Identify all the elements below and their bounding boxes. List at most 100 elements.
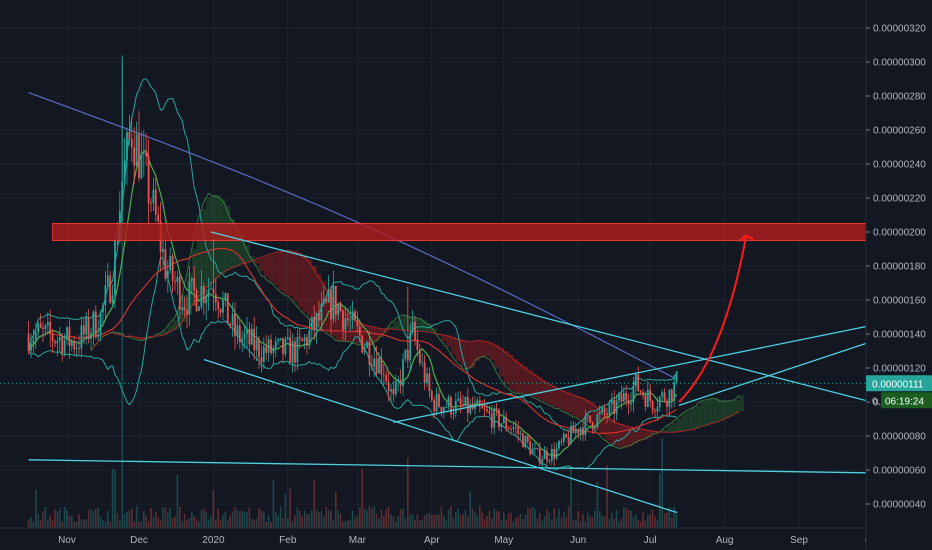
volume-bar xyxy=(632,516,635,528)
volume-bar xyxy=(318,512,320,528)
candle-body xyxy=(416,340,419,350)
candle-body xyxy=(399,379,402,386)
candle-body xyxy=(596,414,599,428)
candle-body xyxy=(675,371,678,382)
candle-body xyxy=(620,393,623,402)
volume-bar xyxy=(558,509,560,528)
candle-body xyxy=(459,398,462,405)
candle-body xyxy=(222,300,224,313)
y-tick-label: 0.00000260 xyxy=(873,126,926,137)
volume-bar xyxy=(152,516,155,528)
volume-bar xyxy=(445,520,447,528)
volume-bar xyxy=(332,520,335,528)
volume-bar xyxy=(306,513,308,528)
candle-body xyxy=(363,347,366,353)
volume-bar xyxy=(299,510,301,528)
candle-body xyxy=(236,325,239,337)
candle-body xyxy=(94,311,97,337)
candle-body xyxy=(354,311,356,321)
volume-bar xyxy=(207,519,210,528)
volume-bar xyxy=(637,519,639,528)
cloud-segment xyxy=(451,336,457,355)
volume-bar xyxy=(416,514,419,528)
candle xyxy=(596,412,599,430)
candle-body xyxy=(361,335,364,353)
volume-bar xyxy=(193,516,195,528)
volume-bar xyxy=(301,516,303,528)
candle-body xyxy=(601,407,604,412)
volume-bar xyxy=(483,518,486,528)
x-axis: NovDec2020FebMarAprMayJunJulAugSepOc xyxy=(0,527,932,550)
candle-body xyxy=(579,427,582,434)
volume-bar xyxy=(128,510,131,528)
candle-body xyxy=(162,248,164,252)
candle-body xyxy=(207,288,210,298)
cloud-segment xyxy=(297,252,303,308)
candle-body xyxy=(202,285,205,304)
candle-body xyxy=(265,346,268,353)
volume-bar xyxy=(251,518,253,528)
cloud-segment xyxy=(259,258,265,272)
volume-bar xyxy=(601,515,603,528)
volume-bar xyxy=(503,512,505,528)
volume-bar xyxy=(114,470,116,528)
candle-body xyxy=(114,240,116,296)
volume-bar xyxy=(541,520,543,528)
cloud-segment xyxy=(575,395,581,418)
volume-bar xyxy=(371,508,373,528)
candle-body xyxy=(66,327,68,340)
y-tick-label: 0.00000280 xyxy=(873,92,926,103)
volume-bar xyxy=(140,521,143,528)
volume-bar xyxy=(599,510,601,528)
candle-body xyxy=(546,451,548,461)
volume-bar xyxy=(85,520,87,528)
candle-body xyxy=(85,317,88,335)
volume-bar xyxy=(126,511,128,528)
cloud-segment xyxy=(393,321,399,330)
cloud-segment xyxy=(676,418,682,433)
candle-body xyxy=(466,396,469,414)
candle-body xyxy=(418,349,421,363)
candle-body xyxy=(166,270,169,279)
candle-body xyxy=(673,381,676,401)
candle-body xyxy=(142,151,145,154)
volume-bar xyxy=(162,507,164,528)
volume-bar xyxy=(191,512,193,528)
candle-body xyxy=(320,303,323,321)
candle-body xyxy=(210,288,212,290)
candle-body xyxy=(224,293,227,301)
volume-bar xyxy=(323,516,325,528)
volume-bar xyxy=(44,506,47,528)
volume-bar xyxy=(37,513,39,528)
cloud-segment xyxy=(571,394,577,416)
volume-bar xyxy=(311,510,313,528)
cloud-segment xyxy=(518,362,524,394)
volume-bar xyxy=(75,521,78,528)
candle-body xyxy=(433,400,436,412)
volume-bar xyxy=(577,510,579,528)
volume-bar xyxy=(99,516,102,528)
candle-body xyxy=(610,399,613,404)
candle-body xyxy=(214,293,217,303)
volume-bar xyxy=(258,508,260,528)
candle-body xyxy=(670,389,673,401)
chart-canvas[interactable]: NovDec2020FebMarAprMayJunJulAugSepOc 0.0… xyxy=(0,0,932,550)
price-chart[interactable]: NovDec2020FebMarAprMayJunJulAugSepOc 0.0… xyxy=(0,0,932,550)
candle-body xyxy=(92,311,95,334)
candle xyxy=(226,293,229,324)
cloud-segment xyxy=(91,350,97,352)
candle-body xyxy=(68,327,71,346)
volume-bar xyxy=(255,518,258,528)
candle xyxy=(522,431,524,448)
candle-body xyxy=(531,448,534,454)
volume-bar xyxy=(438,514,440,528)
volume-bar xyxy=(553,508,555,528)
candle-body xyxy=(615,400,618,414)
volume-bar xyxy=(308,514,311,528)
candle-body xyxy=(598,411,601,415)
volume-bar xyxy=(287,518,289,528)
volume-bar xyxy=(61,521,63,528)
volume-bar xyxy=(407,458,409,528)
y-tick-label: 0.00000200 xyxy=(873,228,926,239)
candle-body xyxy=(255,339,258,351)
